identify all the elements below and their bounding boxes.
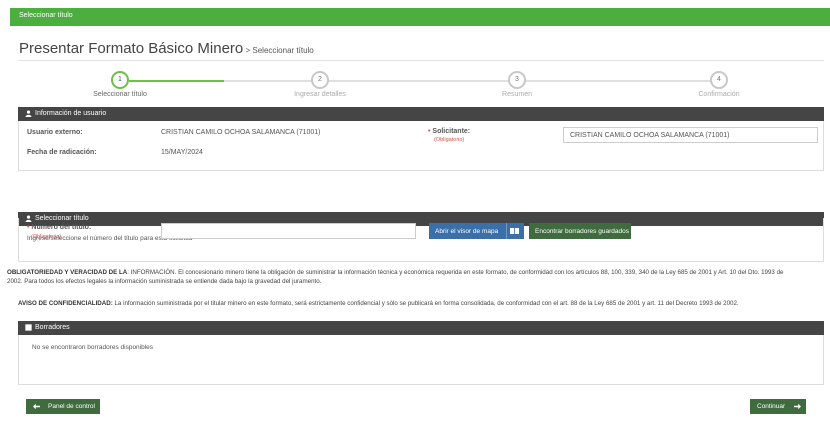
privacy-heading: AVISO DE CONFIDENCIALIDAD:	[18, 300, 113, 307]
external-user-label: Usuario externo:	[27, 129, 83, 136]
step-2-circle[interactable]: 2	[311, 71, 329, 89]
user-icon	[25, 110, 32, 117]
step-progress-line	[129, 80, 224, 82]
filing-date-value: 15/MAY/2024	[161, 149, 203, 156]
arrow-left-icon	[33, 403, 40, 410]
control-panel-label: Panel de control	[48, 403, 95, 410]
drafts-empty-message: No se encontraron borradores disponibles	[32, 344, 154, 351]
step-1-circle[interactable]: 1	[111, 71, 129, 89]
square-icon	[25, 324, 32, 331]
requester-field[interactable]: CRISTIAN CAMILO OCHOA SALAMANCA (71001)	[563, 127, 818, 143]
title-form-row: • Número del título: (Obligatorio) Abrir…	[18, 218, 824, 260]
drafts-panel-header: Borradores	[18, 321, 824, 335]
top-bar-title: Seleccionar título	[19, 12, 73, 19]
obligation-text-2: 2002. Para todos los efectos legales la …	[7, 278, 322, 285]
step-1-label: Seleccionar título	[93, 91, 147, 98]
title-divider	[18, 60, 824, 61]
step-track-line	[224, 80, 717, 82]
title-panel-bottom	[18, 260, 824, 262]
obligation-heading: OBLIGATORIEDAD Y VERACIDAD DE LA	[7, 269, 128, 276]
user-info-panel: Usuario externo: CRISTIAN CAMILO OCHOA S…	[18, 121, 824, 171]
title-number-input[interactable]	[161, 223, 416, 239]
user-info-panel-header: Información de usuario	[18, 107, 824, 121]
requester-required-note: (Obligatorio)	[434, 137, 465, 143]
filing-date-label: Fecha de radicación:	[27, 149, 97, 156]
page-title: Presentar Formato Básico Minero > Selecc…	[19, 40, 314, 57]
step-4-label: Confirmación	[698, 91, 740, 98]
privacy-notice: AVISO DE CONFIDENCIALIDAD: La informació…	[18, 299, 824, 308]
page-title-text: Presentar Formato Básico Minero	[19, 40, 244, 57]
title-number-required-note: (Obligatorio)	[31, 234, 62, 240]
button-divider	[506, 223, 507, 239]
step-2-label: Ingresar detalles	[294, 91, 346, 98]
user-info-panel-title: Información de usuario	[35, 110, 107, 117]
find-saved-drafts-label: Encontrar borradores guardados	[535, 228, 629, 235]
breadcrumb: > Seleccionar título	[243, 46, 314, 55]
obligation-notice: OBLIGATORIEDAD Y VERACIDAD DE LA: INFORM…	[7, 268, 825, 286]
continue-button[interactable]: Continuar	[750, 399, 806, 414]
external-user-value: CRISTIAN CAMILO OCHOA SALAMANCA (71001)	[161, 129, 321, 136]
control-panel-button[interactable]: Panel de control	[26, 399, 100, 414]
requester-label: • Solicitante:	[428, 128, 471, 135]
step-3-circle[interactable]: 3	[508, 71, 526, 89]
drafts-panel-title: Borradores	[35, 324, 70, 331]
open-map-viewer-label: Abrir el visor de mapa	[435, 228, 499, 235]
obligation-text-1: : INFORMACIÓN. El concesionario minero t…	[127, 269, 784, 276]
find-saved-drafts-button[interactable]: Encontrar borradores guardados	[529, 223, 631, 239]
title-number-label: • Número del título:	[27, 224, 92, 231]
step-4-circle[interactable]: 4	[710, 71, 728, 89]
privacy-text: La información suministrada por el titul…	[112, 300, 739, 307]
continue-label: Continuar	[757, 403, 786, 410]
map-icon	[510, 228, 519, 234]
drafts-panel: No se encontraron borradores disponibles	[18, 335, 824, 385]
arrow-right-icon	[794, 403, 801, 410]
top-bar: Seleccionar título	[10, 8, 830, 26]
open-map-viewer-button[interactable]: Abrir el visor de mapa	[429, 223, 524, 239]
step-3-label: Resumen	[502, 91, 532, 98]
